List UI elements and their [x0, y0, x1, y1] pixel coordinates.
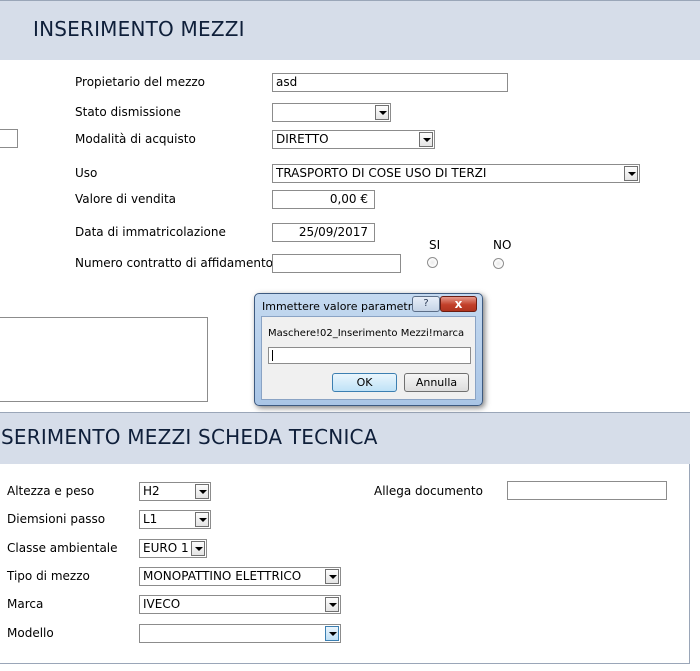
modello-label: Modello: [7, 626, 54, 640]
stato-dismissione-label: Stato dismissione: [75, 105, 181, 119]
radio-no[interactable]: [493, 258, 504, 269]
modalita-acquisto-combo[interactable]: DIRETTO: [272, 130, 435, 149]
classe-ambientale-label: Classe ambientale: [7, 541, 118, 555]
section-title-scheda-tecnica: SERIMENTO MEZZI SCHEDA TECNICA: [1, 425, 378, 449]
tipo-mezzo-label: Tipo di mezzo: [7, 569, 90, 583]
radio-no-label: NO: [493, 238, 512, 252]
parameter-input[interactable]: [268, 347, 471, 364]
ok-button[interactable]: OK: [332, 373, 397, 392]
uso-label: Uso: [75, 166, 98, 180]
numero-contratto-input[interactable]: [272, 254, 401, 273]
modello-combo[interactable]: [139, 624, 341, 643]
help-icon[interactable]: ?: [412, 296, 440, 312]
valore-vendita-input[interactable]: 0,00 €: [272, 190, 375, 209]
dimensioni-passo-combo[interactable]: L1: [139, 510, 211, 529]
chevron-down-icon[interactable]: [375, 105, 389, 120]
chevron-down-icon[interactable]: [325, 626, 339, 641]
classe-ambientale-value: EURO 1: [143, 541, 189, 555]
marca-value: IVECO: [143, 597, 181, 611]
dialog-title: Immettere valore parametro: [262, 300, 419, 313]
section-title: INSERIMENTO MEZZI: [33, 17, 245, 41]
dimensioni-passo-label: Diemsioni passo: [7, 512, 106, 526]
valore-vendita-label: Valore di vendita: [75, 192, 177, 206]
radio-si-label: SI: [429, 238, 441, 252]
chevron-down-icon[interactable]: [195, 512, 209, 527]
chevron-down-icon[interactable]: [419, 132, 433, 147]
proprietario-input[interactable]: asd: [272, 73, 508, 92]
altezza-peso-combo[interactable]: H2: [139, 482, 211, 501]
partial-input-left[interactable]: [0, 129, 18, 148]
text-caret: [272, 350, 273, 361]
chevron-down-icon[interactable]: [325, 597, 339, 612]
tipo-mezzo-combo[interactable]: MONOPATTINO ELETTRICO: [139, 567, 341, 586]
dialog-body: Maschere!02_Inserimento Mezzi!marca OK A…: [261, 316, 476, 400]
allega-documento-label: Allega documento: [374, 484, 483, 498]
note-memo[interactable]: [0, 317, 208, 402]
uso-value: TRASPORTO DI COSE USO DI TERZI: [276, 166, 487, 180]
modalita-acquisto-value: DIRETTO: [276, 132, 329, 146]
altezza-peso-label: Altezza e peso: [7, 484, 95, 498]
numero-contratto-label: Numero contratto di affidamento: [75, 256, 273, 270]
chevron-down-icon[interactable]: [195, 484, 209, 499]
modalita-acquisto-label: Modalità di acquisto: [75, 132, 196, 146]
dimensioni-passo-value: L1: [143, 512, 158, 526]
chevron-down-icon[interactable]: [624, 166, 638, 181]
classe-ambientale-combo[interactable]: EURO 1: [139, 539, 207, 558]
marca-label: Marca: [7, 597, 44, 611]
altezza-peso-value: H2: [143, 484, 160, 498]
uso-combo[interactable]: TRASPORTO DI COSE USO DI TERZI: [272, 164, 640, 183]
radio-si[interactable]: [427, 257, 438, 268]
parameter-dialog: Immettere valore parametro ? x Maschere!…: [254, 293, 483, 406]
close-icon[interactable]: x: [440, 296, 477, 312]
data-immatricolazione-input[interactable]: 25/09/2017: [272, 223, 375, 242]
marca-combo[interactable]: IVECO: [139, 595, 341, 614]
data-immatricolazione-label: Data di immatricolazione: [75, 225, 226, 239]
dialog-prompt: Maschere!02_Inserimento Mezzi!marca: [268, 328, 465, 339]
stato-dismissione-combo[interactable]: [272, 103, 391, 122]
cancel-button[interactable]: Annulla: [404, 373, 469, 392]
tipo-mezzo-value: MONOPATTINO ELETTRICO: [143, 569, 302, 583]
chevron-down-icon[interactable]: [325, 569, 339, 584]
chevron-down-icon[interactable]: [191, 541, 205, 556]
proprietario-label: Propietario del mezzo: [75, 75, 206, 89]
allega-documento-input[interactable]: [507, 481, 667, 500]
